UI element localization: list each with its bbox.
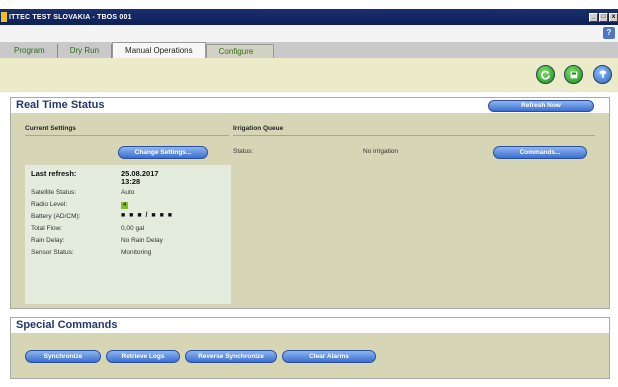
real-time-status-panel: Real Time Status Refresh Now Current Set… [10,97,610,309]
real-time-status-title: Real Time Status [16,99,105,111]
special-commands-title: Special Commands [16,319,118,331]
tab-program[interactable]: Program [2,44,58,58]
panel-header: Real Time Status Refresh Now [11,98,609,113]
refresh-icon[interactable] [536,65,555,84]
divider [25,135,229,136]
battery-label: Battery (AD/CM): [31,213,81,220]
queue-status-label: Status: [233,148,254,155]
synchronize-button[interactable]: Synchronize [25,350,101,363]
rain-delay-label: Rain Delay: [31,237,65,244]
battery-value: ■ ■ ■ / ■ ■ ■ [121,212,173,219]
current-settings-label: Current Settings [25,125,76,132]
maximize-button[interactable]: □ [599,12,608,22]
tab-dry-run[interactable]: Dry Run [57,44,113,58]
divider [233,135,595,136]
tab-configure[interactable]: Configure [205,44,274,58]
satellite-status-value: Auto [121,189,135,196]
sensor-status-value: Monitoring [121,249,152,256]
total-flow-value: 0,00 gal [121,225,145,232]
retrieve-logs-button[interactable]: Retrieve Logs [106,350,180,363]
total-flow-label: Total Flow: [31,225,63,232]
window-titlebar: ITTEC TEST SLOVAKIA - TBOS 001 _ □ x [0,9,618,25]
tab-manual-operations[interactable]: Manual Operations [112,42,206,58]
help-icon[interactable] [593,65,612,84]
window-controls: _ □ x [589,12,618,22]
close-button[interactable]: x [609,12,618,22]
toolbar [0,58,618,92]
sensor-status-label: Sensor Status: [31,249,74,256]
last-refresh-time: 13:28 [121,177,141,186]
current-settings-box: Last refresh: 25.08.2017 13:28 Satellite… [25,165,231,304]
help-bar: ? [0,25,618,42]
save-icon[interactable] [564,65,583,84]
special-commands-panel: Special Commands Synchronize Retrieve Lo… [10,317,610,379]
tab-bar: Program Dry Run Manual Operations Config… [0,42,618,58]
refresh-now-button[interactable]: Refresh Now [488,100,594,112]
change-settings-button[interactable]: Change Settings... [118,146,208,159]
radio-level-value: 4 [121,201,128,209]
last-refresh-label: Last refresh: [31,169,77,178]
minimize-button[interactable]: _ [589,12,598,22]
help-icon[interactable]: ? [603,27,615,39]
irrigation-queue-label: Irrigation Queue [233,125,284,132]
radio-level-label: Radio Level: [31,201,68,208]
clear-alarms-button[interactable]: Clear Alarms [282,350,376,363]
commands-button[interactable]: Commands... [493,146,587,159]
app-icon [1,12,7,22]
queue-status-value: No irrigation [363,148,399,155]
reverse-synchronize-button[interactable]: Reverse Synchronize [185,350,277,363]
rain-delay-value: No Rain Delay [121,237,163,244]
radio-level-badge: 4 [121,202,128,209]
window-title: ITTEC TEST SLOVAKIA - TBOS 001 [9,13,132,21]
panel-header: Special Commands [11,318,609,333]
satellite-status-label: Satellite Status: [31,189,77,196]
